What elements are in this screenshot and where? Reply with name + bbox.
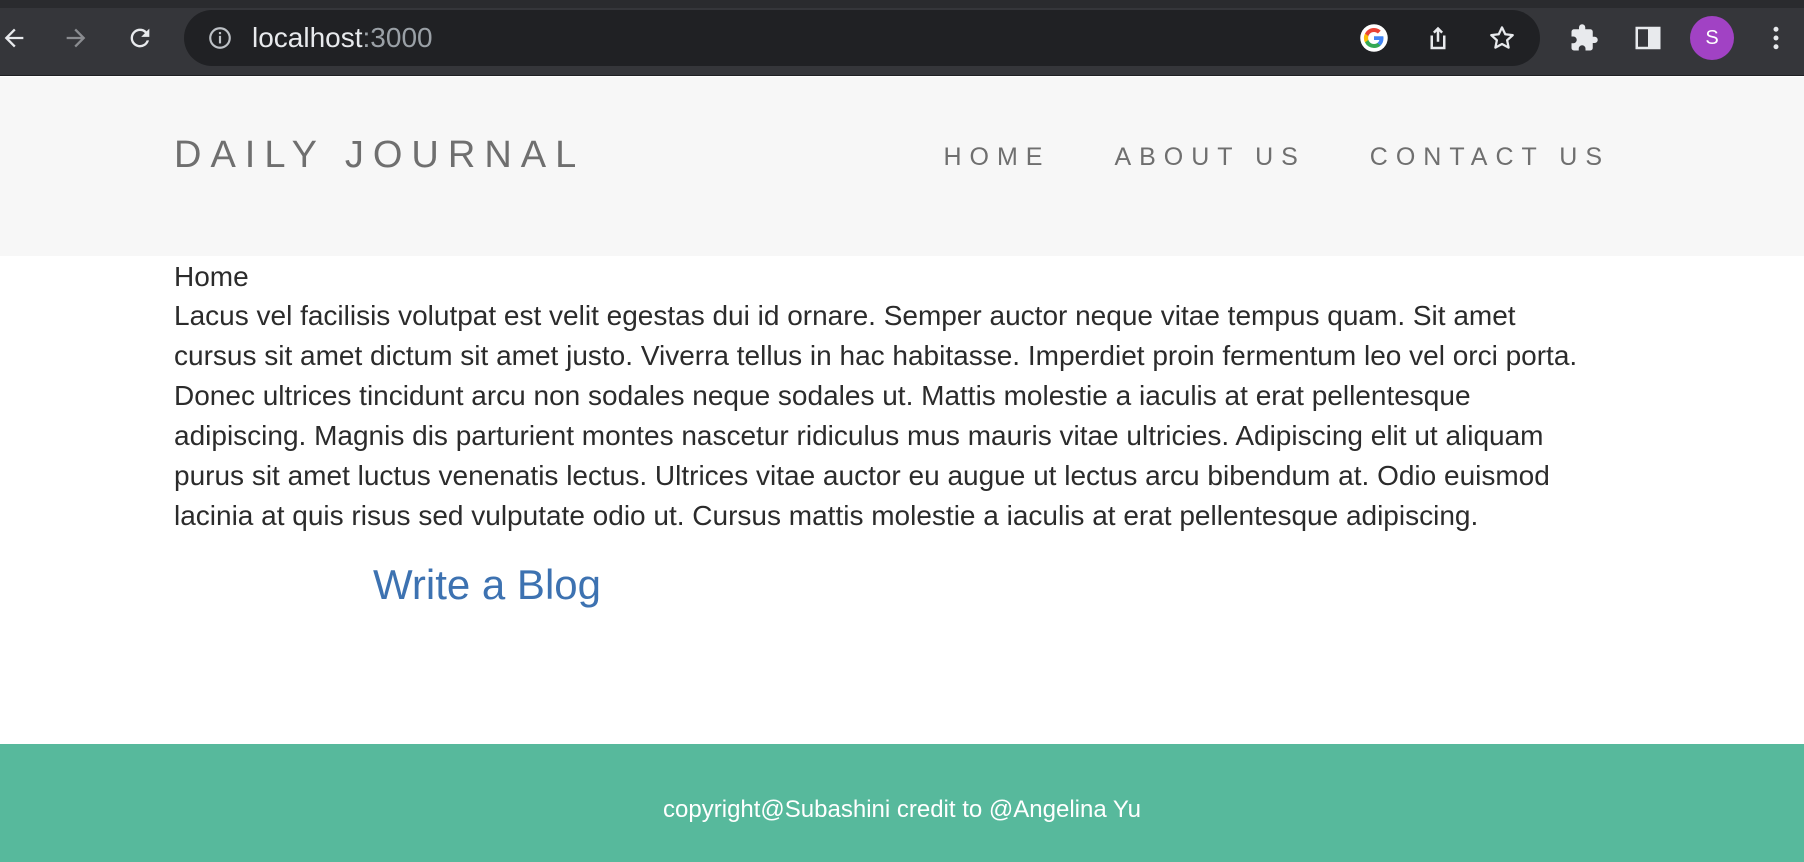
url-port: :3000 — [362, 22, 433, 53]
share-icon[interactable] — [1420, 20, 1456, 56]
side-panel-icon[interactable] — [1628, 18, 1668, 58]
address-bar[interactable]: localhost:3000 — [184, 10, 1540, 66]
menu-icon[interactable] — [1756, 18, 1796, 58]
tab-strip-edge — [0, 0, 1804, 8]
url-text[interactable]: localhost:3000 — [252, 23, 433, 53]
extensions-icon[interactable] — [1564, 18, 1604, 58]
page-body-text: Lacus vel facilisis volutpat est velit e… — [174, 300, 1578, 531]
main-nav: HOME ABOUT US CONTACT US — [943, 143, 1610, 171]
footer-copyright: copyright@Subashini credit to @Angelina … — [663, 796, 1141, 823]
url-host: localhost — [252, 22, 363, 53]
google-icon[interactable] — [1356, 20, 1392, 56]
back-icon[interactable] — [0, 18, 34, 58]
reload-icon[interactable] — [120, 18, 160, 58]
star-icon[interactable] — [1484, 20, 1520, 56]
nav-home[interactable]: HOME — [943, 143, 1050, 171]
browser-toolbar: localhost:3000 S — [0, 0, 1804, 76]
write-blog-link[interactable]: Write a Blog — [373, 561, 601, 609]
forward-icon[interactable] — [56, 18, 96, 58]
site-header: DAILY JOURNAL HOME ABOUT US CONTACT US — [0, 77, 1804, 256]
main-content: Home Lacus vel facilisis volutpat est ve… — [174, 258, 1594, 536]
profile-avatar[interactable]: S — [1690, 16, 1734, 60]
site-brand[interactable]: DAILY JOURNAL — [174, 135, 585, 175]
info-icon[interactable] — [204, 22, 236, 54]
site-footer: copyright@Subashini credit to @Angelina … — [0, 744, 1804, 862]
nav-about-us[interactable]: ABOUT US — [1114, 143, 1305, 171]
nav-contact-us[interactable]: CONTACT US — [1370, 143, 1610, 171]
page-title: Home — [174, 261, 249, 292]
